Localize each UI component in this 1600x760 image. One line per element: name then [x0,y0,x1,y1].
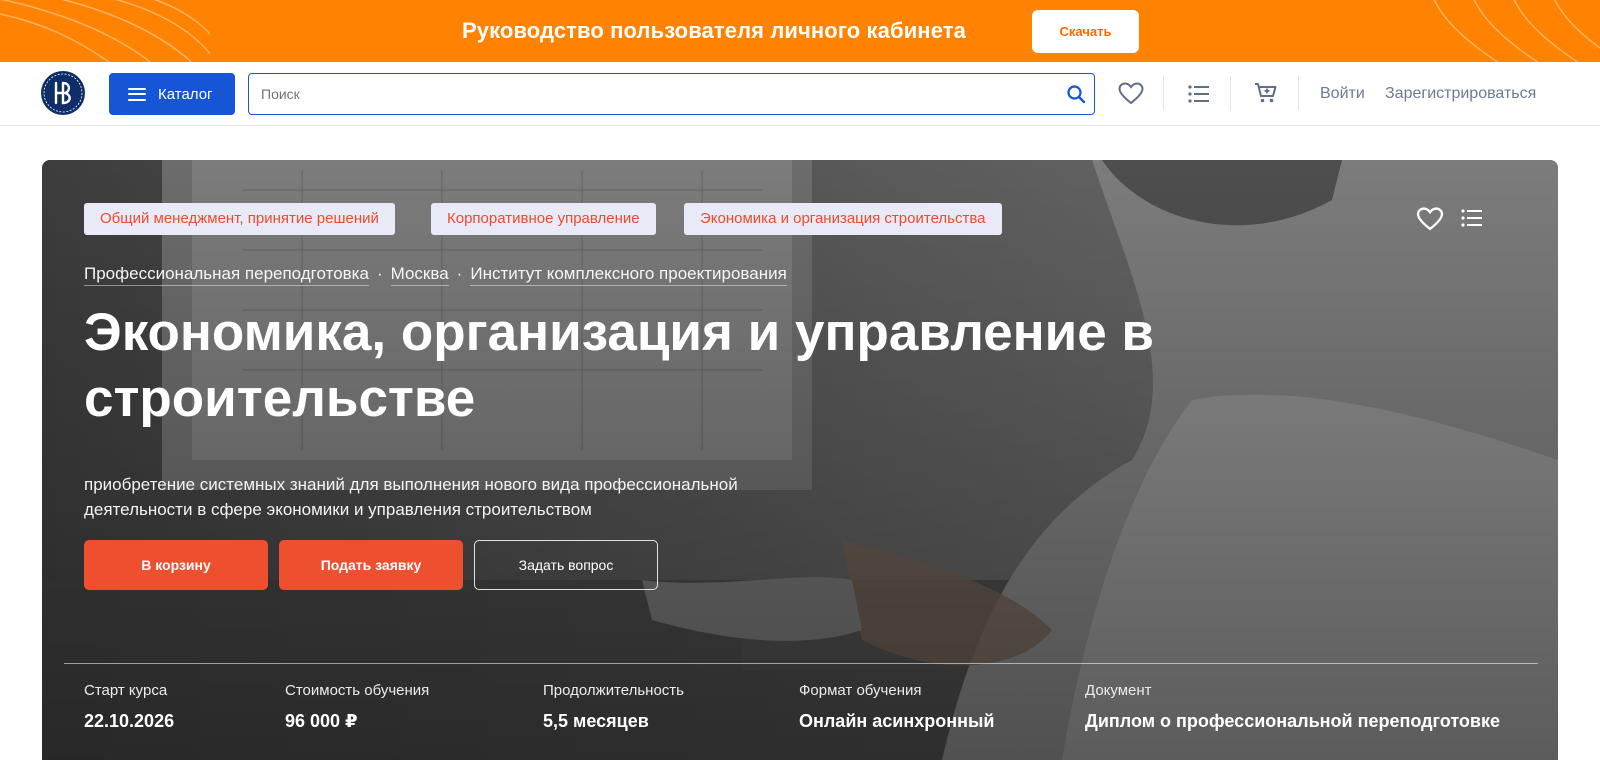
search-icon[interactable] [1066,84,1086,104]
search-input[interactable] [261,74,1041,114]
site-header: Каталог Войти Зарегистрироваться [0,62,1600,126]
course-tag[interactable]: Экономика и организация строительства [684,203,1002,235]
header-divider [1163,76,1164,110]
cart-icon[interactable] [1254,82,1278,104]
header-divider [1230,76,1231,110]
breadcrumb: Профессиональная переподготовка · Москва · И… [84,264,787,286]
info-value: Онлайн асинхронный [799,711,995,731]
ask-question-button[interactable]: Задать вопрос [474,540,658,590]
info-label: Формат обучения [799,682,922,699]
promo-banner: Руководство пользователя личного кабинет… [0,0,1600,62]
info-label: Документ [1085,682,1152,699]
info-value: 22.10.2026 [84,711,175,731]
course-tag[interactable]: Корпоративное управление [431,203,656,235]
course-title: Экономика, организация и управление в ст… [84,303,1155,428]
download-guide-button[interactable]: Скачать [1032,10,1139,53]
add-to-cart-button[interactable]: В корзину [84,540,268,590]
info-label: Стоимость обучения [285,682,430,699]
login-link[interactable]: Войти [1320,85,1365,103]
promo-right-waves [1433,0,1600,62]
menu-icon [128,87,146,101]
info-divider [64,663,1538,664]
compare-list-icon[interactable] [1188,85,1210,103]
header-divider [1298,76,1299,110]
catalog-label: Каталог [158,85,213,103]
info-duration: Продолжительность 5,5 месяцев [543,682,684,732]
apply-button[interactable]: Подать заявку [279,540,463,590]
breadcrumb-separator: · [456,264,463,283]
course-subtitle: приобретение системных знаний для выполн… [84,475,738,519]
promo-text: Руководство пользователя личного кабинет… [462,18,966,43]
favorites-heart-icon[interactable] [1118,82,1144,106]
add-to-compare-list-icon[interactable] [1461,209,1483,227]
course-tag[interactable]: Общий менеджмент, принятие решений [84,203,395,235]
hse-logo-icon [43,73,83,113]
hero-background-photo [42,160,1558,760]
info-format: Формат обучения Онлайн асинхронный [799,682,994,732]
hse-logo[interactable] [41,71,85,115]
search-box [248,73,1095,115]
catalog-button[interactable]: Каталог [109,73,235,115]
breadcrumb-program-type[interactable]: Профессиональная переподготовка [84,264,369,286]
info-value: 96 000 ₽ [285,711,358,731]
info-value: Диплом о профессиональной переподготовке [1085,711,1500,731]
info-start-date: Старт курса 22.10.2026 [84,682,174,732]
add-to-favorites-heart-icon[interactable] [1416,207,1444,232]
course-hero: Общий менеджмент, принятие решений Корпо… [42,160,1558,760]
register-link[interactable]: Зарегистрироваться [1385,85,1536,103]
info-document: Документ Диплом о профессиональной переп… [1085,682,1500,732]
breadcrumb-institute[interactable]: Институт комплексного проектирования [470,264,787,286]
info-price: Стоимость обучения 96 000 ₽ [285,682,429,732]
info-label: Старт курса [84,682,168,699]
breadcrumb-city[interactable]: Москва [390,264,449,286]
promo-left-waves [0,0,210,62]
breadcrumb-separator: · [376,264,383,283]
info-value: 5,5 месяцев [543,711,649,731]
info-label: Продолжительность [543,682,684,699]
